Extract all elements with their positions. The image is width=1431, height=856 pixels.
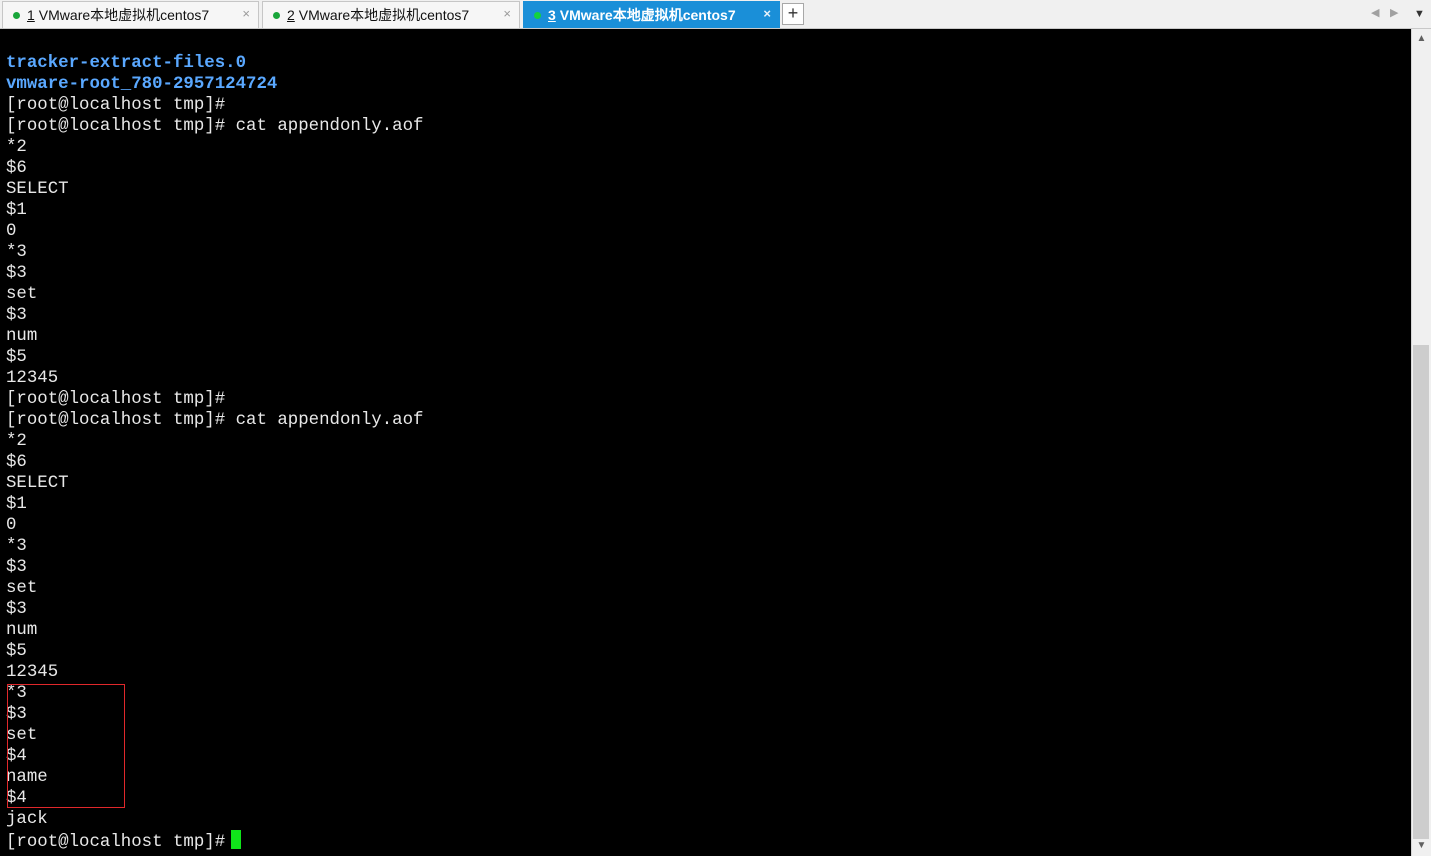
shell-prompt: [root@localhost tmp]#	[6, 833, 226, 852]
terminal-line: jack	[6, 810, 48, 829]
terminal-line: set	[6, 285, 38, 304]
terminal-line: [root@localhost tmp]#	[6, 96, 226, 115]
vertical-scrollbar[interactable]: ▲ ▼	[1411, 29, 1431, 856]
terminal-line: set	[6, 579, 38, 598]
terminal-line: 12345	[6, 663, 59, 682]
tab-number: 1	[27, 7, 35, 23]
terminal-output[interactable]: tracker-extract-files.0 vmware-root_780-2…	[6, 32, 1406, 856]
tab-title: VMware本地虚拟机centos7	[298, 7, 470, 23]
terminal-line: [root@localhost tmp]# cat appendonly.aof	[6, 411, 424, 430]
tab-number: 2	[287, 7, 295, 23]
terminal-line: SELECT	[6, 180, 69, 199]
terminal-line: $5	[6, 348, 27, 367]
terminal-line: 12345	[6, 369, 59, 388]
connected-status-icon	[13, 11, 20, 19]
highlight-box	[7, 684, 125, 808]
terminal-line: 0	[6, 222, 17, 241]
tab-list-menu-icon[interactable]: ▼	[1414, 8, 1425, 20]
scroll-tabs-left-icon[interactable]: ◀	[1371, 6, 1379, 19]
terminal-line: [root@localhost tmp]#	[6, 390, 226, 409]
terminal-line: *3	[6, 243, 27, 262]
scrollbar-thumb[interactable]	[1413, 345, 1429, 839]
tab-session-3[interactable]: 3 VMware本地虚拟机centos7 ×	[523, 1, 780, 28]
terminal-line: *2	[6, 138, 27, 157]
tab-title: VMware本地虚拟机centos7	[559, 7, 736, 23]
tab-session-2[interactable]: 2 VMware本地虚拟机centos7 ×	[262, 1, 520, 28]
tab-session-1[interactable]: 1 VMware本地虚拟机centos7 ×	[2, 1, 259, 28]
scroll-tabs-right-icon[interactable]: ▶	[1390, 6, 1398, 19]
terminal-line: $3	[6, 705, 27, 724]
close-icon[interactable]: ×	[242, 6, 250, 21]
terminal-line: $3	[6, 306, 27, 325]
terminal-line: $1	[6, 495, 27, 514]
terminal-line: num	[6, 327, 38, 346]
terminal-line: $6	[6, 453, 27, 472]
terminal-line: $5	[6, 642, 27, 661]
text-cursor	[231, 830, 242, 849]
terminal-line: $6	[6, 159, 27, 178]
add-tab-button[interactable]: +	[782, 3, 804, 25]
terminal-line: vmware-root_780-2957124724	[6, 75, 278, 94]
terminal-line: 0	[6, 516, 17, 535]
terminal-line: $3	[6, 264, 27, 283]
close-icon[interactable]: ×	[503, 6, 511, 21]
terminal-line: set	[6, 726, 38, 745]
terminal-line: *2	[6, 432, 27, 451]
tab-number: 3	[548, 7, 556, 23]
terminal-line: tracker-extract-files.0	[6, 54, 247, 73]
terminal-line: [root@localhost tmp]# cat appendonly.aof	[6, 117, 424, 136]
terminal-line: name	[6, 768, 48, 787]
terminal-line: $4	[6, 789, 27, 808]
terminal-line: $3	[6, 600, 27, 619]
scroll-up-arrow-icon[interactable]: ▲	[1412, 29, 1431, 49]
terminal-line: $1	[6, 201, 27, 220]
terminal-line: *3	[6, 537, 27, 556]
tab-title: VMware本地虚拟机centos7	[38, 7, 210, 23]
terminal-line: *3	[6, 684, 27, 703]
terminal-prompt-line[interactable]: [root@localhost tmp]#	[6, 830, 1406, 852]
connected-status-icon	[534, 11, 541, 19]
terminal-line: num	[6, 621, 38, 640]
connected-status-icon	[273, 11, 280, 19]
terminal-line: SELECT	[6, 474, 69, 493]
scroll-down-arrow-icon[interactable]: ▼	[1412, 836, 1431, 856]
terminal-line: $3	[6, 558, 27, 577]
tab-bar: 1 VMware本地虚拟机centos7 × 2 VMware本地虚拟机cent…	[0, 0, 1431, 29]
close-icon[interactable]: ×	[763, 6, 771, 21]
terminal-line: $4	[6, 747, 27, 766]
